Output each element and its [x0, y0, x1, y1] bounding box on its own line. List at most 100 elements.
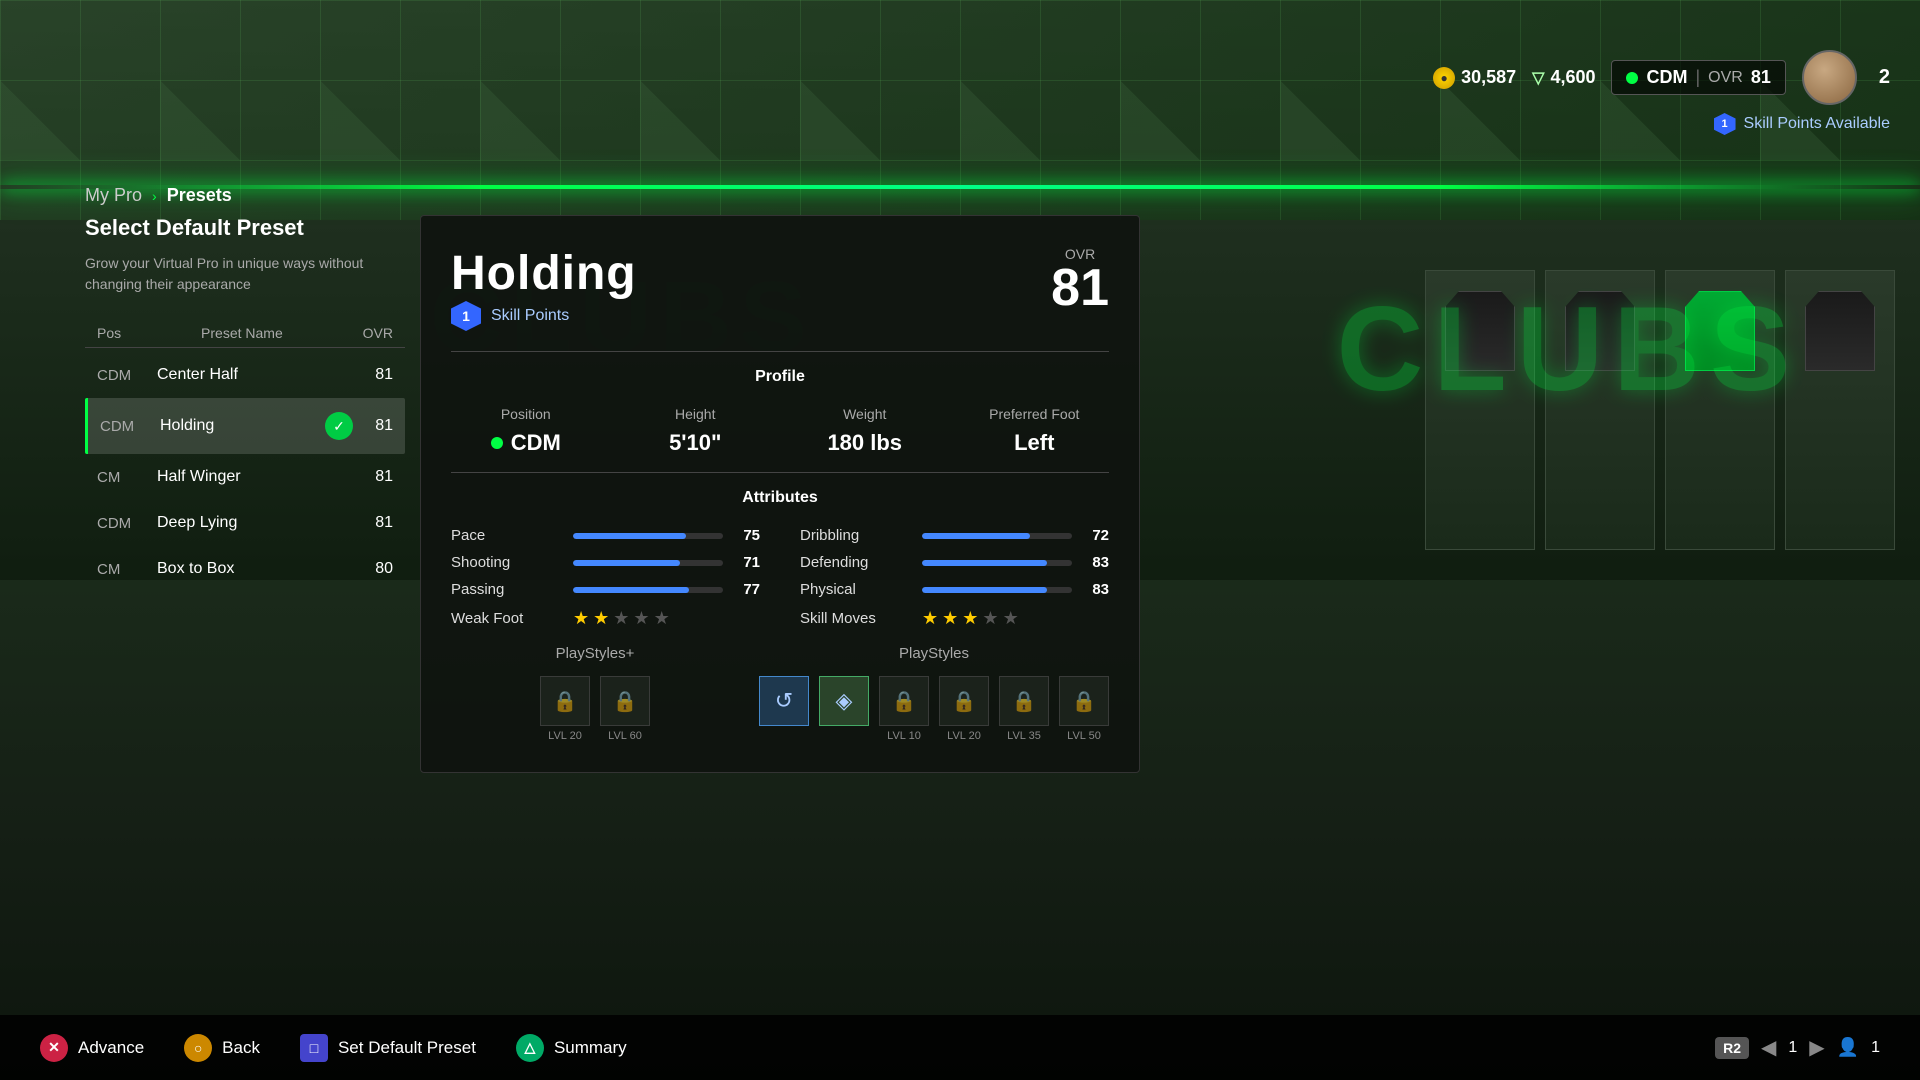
playstyle-4-lvl: LVL 20: [947, 730, 981, 742]
coin-icon: ●: [1433, 67, 1455, 89]
preset-ovr-4: 80: [363, 560, 393, 578]
attr-shooting-bar: [573, 560, 723, 566]
attr-skill-moves: Skill Moves ★ ★ ★ ★ ★: [800, 608, 1109, 629]
attr-defending-label: Defending: [800, 554, 910, 571]
attr-physical-label: Physical: [800, 581, 910, 598]
preset-name-2: Half Winger: [157, 468, 363, 486]
playstyle-4: 🔒 LVL 20: [939, 676, 989, 742]
attr-passing-label: Passing: [451, 581, 561, 598]
nav-arrow-right[interactable]: ▶: [1809, 1035, 1824, 1060]
player-icon: 👤: [1837, 1037, 1859, 1058]
top-hud: ● 30,587 ▽ 4,600 CDM | OVR 81 2 1 Skill …: [1433, 50, 1890, 135]
divider-attributes: [451, 472, 1109, 473]
height-value: 5'10": [621, 430, 771, 456]
playstyles-section: PlayStyles ↺ ◈ 🔒 LVL 10: [759, 645, 1109, 742]
playstyle-6: 🔒 LVL 50: [1059, 676, 1109, 742]
position-badge: CDM | OVR 81: [1611, 60, 1785, 95]
player-number: 2: [1879, 66, 1890, 89]
attr-defending-fill: [922, 560, 1047, 566]
position-value: CDM: [1646, 67, 1687, 88]
preset-title: Holding: [451, 246, 637, 301]
preset-row-center-half[interactable]: CDM Center Half 81: [85, 352, 405, 398]
breadcrumb: My Pro › Presets: [85, 185, 232, 206]
lock-icon-3: 🔒: [892, 689, 917, 714]
preset-name-3: Deep Lying: [157, 514, 363, 532]
btn-circle-icon: ○: [184, 1034, 212, 1062]
weak-foot-stars: ★ ★ ★ ★ ★: [573, 608, 670, 629]
table-header: Pos Preset Name OVR: [85, 319, 405, 348]
attr-dribbling-value: 72: [1084, 527, 1109, 544]
playstyle-plus-1-box: 🔒: [540, 676, 590, 726]
position-label: Position: [451, 406, 601, 422]
playstyle-3-box: 🔒: [879, 676, 929, 726]
attr-skill-moves-label: Skill Moves: [800, 610, 910, 627]
breadcrumb-my-pro[interactable]: My Pro: [85, 185, 142, 206]
action-advance[interactable]: ✕ Advance: [40, 1034, 144, 1062]
preset-name-1: Holding: [160, 417, 325, 435]
action-summary[interactable]: △ Summary: [516, 1034, 627, 1062]
weight-value: 180 lbs: [790, 430, 940, 456]
divider-profile: [451, 351, 1109, 352]
ovr-label: OVR: [1708, 69, 1743, 87]
attr-defending: Defending 83: [800, 554, 1109, 571]
playstyle-plus-2-lvl: LVL 60: [608, 730, 642, 742]
skill-points-available-text: Skill Points Available: [1744, 115, 1890, 133]
profile-weight: Weight 180 lbs: [790, 406, 940, 456]
locker-4: [1785, 270, 1895, 550]
nav-arrow-left[interactable]: ◀: [1761, 1035, 1776, 1060]
btn-square-icon: □: [300, 1034, 328, 1062]
preset-row-holding[interactable]: CDM Holding ✓ 81: [85, 398, 405, 454]
attr-pace-value: 75: [735, 527, 760, 544]
playstyles-icons: ↺ ◈ 🔒 LVL 10 🔒: [759, 676, 1109, 742]
preset-row-box-to-box[interactable]: CM Box to Box 80: [85, 546, 405, 592]
card-title-block: Holding 1 Skill Points: [451, 246, 637, 331]
playstyle-plus-2: 🔒 LVL 60: [600, 676, 650, 742]
playstyle-1-icon: ↺: [775, 688, 793, 714]
attr-pace-fill: [573, 533, 686, 539]
attr-dribbling-fill: [922, 533, 1030, 539]
playstyle-6-lvl: LVL 50: [1067, 730, 1101, 742]
skill-star-3: ★: [962, 608, 978, 629]
preset-pos-4: CM: [97, 561, 157, 578]
btn-triangle-icon: △: [516, 1034, 544, 1062]
summary-label: Summary: [554, 1038, 627, 1058]
profile-height: Height 5'10": [621, 406, 771, 456]
preset-pos-1: CDM: [100, 418, 160, 435]
position-indicator: CDM: [451, 430, 601, 456]
position-value: CDM: [511, 430, 561, 456]
attr-pace: Pace 75: [451, 527, 760, 544]
advance-label: Advance: [78, 1038, 144, 1058]
ovr-value: 81: [1751, 67, 1771, 88]
skill-points-label: Skill Points: [491, 307, 569, 325]
lock-icon-5: 🔒: [1012, 689, 1037, 714]
coins-display: ● 30,587: [1433, 67, 1516, 89]
attr-passing: Passing 77: [451, 581, 760, 598]
attr-shooting-value: 71: [735, 554, 760, 571]
profile-preferred-foot: Preferred Foot Left: [960, 406, 1110, 456]
lock-icon-2: 🔒: [613, 689, 638, 714]
playstyle-3: 🔒 LVL 10: [879, 676, 929, 742]
attr-shooting-label: Shooting: [451, 554, 561, 571]
preset-name-0: Center Half: [157, 366, 363, 384]
playstyle-3-lvl: LVL 10: [887, 730, 921, 742]
skill-star-2: ★: [942, 608, 958, 629]
lock-icon-1: 🔒: [553, 689, 578, 714]
playstyle-6-box: 🔒: [1059, 676, 1109, 726]
preset-row-half-winger[interactable]: CM Half Winger 81: [85, 454, 405, 500]
lock-icon-6: 🔒: [1072, 689, 1097, 714]
profile-section-title: Profile: [451, 368, 1109, 386]
playstyle-2-box: ◈: [819, 676, 869, 726]
bottom-right: R2 ◀ 1 ▶ 👤 1: [1715, 1035, 1880, 1060]
preset-ovr-0: 81: [363, 366, 393, 384]
preset-check-icon: ✓: [325, 412, 353, 440]
star-2: ★: [593, 608, 609, 629]
attributes-section-title: Attributes: [451, 489, 1109, 507]
panel-title: Select Default Preset: [85, 215, 405, 241]
action-back[interactable]: ○ Back: [184, 1034, 260, 1062]
page-total: 1: [1871, 1039, 1880, 1057]
action-set-default[interactable]: □ Set Default Preset: [300, 1034, 476, 1062]
preset-row-deep-lying[interactable]: CDM Deep Lying 81: [85, 500, 405, 546]
pos-green-dot: [491, 437, 503, 449]
card-header: Holding 1 Skill Points OVR 81: [451, 246, 1109, 331]
main-card: Holding 1 Skill Points OVR 81 Profile Po…: [420, 215, 1140, 773]
